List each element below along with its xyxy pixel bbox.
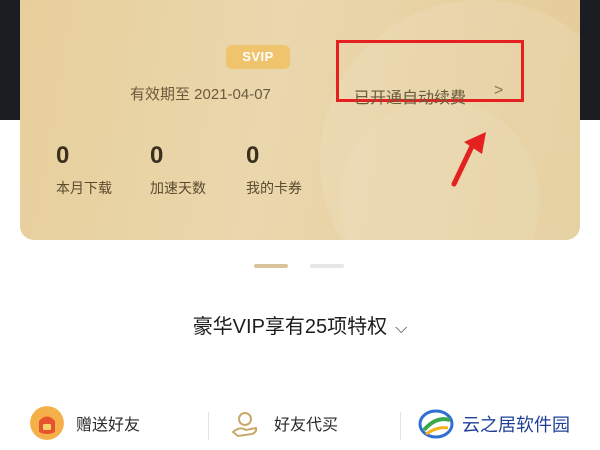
watermark-text: 云之居软件园 bbox=[462, 415, 570, 435]
stat-my-coupons[interactable]: 0 我的卡券 bbox=[246, 142, 302, 198]
watermark: 云之居软件园 bbox=[418, 404, 570, 444]
chevron-right-icon[interactable]: > bbox=[494, 82, 503, 100]
stat-label: 我的卡券 bbox=[246, 180, 302, 196]
stat-label: 本月下载 bbox=[56, 180, 112, 196]
auto-renew-link[interactable]: 已开通自动续费 bbox=[354, 84, 466, 108]
hand-coin-icon bbox=[231, 412, 258, 438]
gift-friend-button[interactable]: 赠送好友 bbox=[30, 396, 192, 450]
stat-value: 0 bbox=[246, 142, 260, 169]
privilege-title-text: 豪华VIP享有25项特权 bbox=[192, 316, 388, 338]
chevron-down-icon: ⌵ bbox=[395, 320, 408, 337]
divider bbox=[400, 412, 401, 440]
friend-pay-label: 好友代买 bbox=[274, 417, 339, 434]
validity-date: 有效期至 2021-04-07 bbox=[130, 86, 271, 103]
gift-bag-icon bbox=[30, 406, 64, 440]
svip-badge: SVIP bbox=[226, 45, 290, 69]
divider bbox=[208, 412, 209, 440]
stat-value: 0 bbox=[56, 142, 70, 169]
gift-friend-label: 赠送好友 bbox=[76, 417, 141, 434]
pager-dot-active[interactable] bbox=[254, 264, 288, 268]
stat-value: 0 bbox=[150, 142, 164, 169]
stat-label: 加速天数 bbox=[150, 180, 206, 196]
stat-speedup-days[interactable]: 0 加速天数 bbox=[150, 142, 206, 198]
privilege-title[interactable]: 豪华VIP享有25项特权 ⌵ bbox=[0, 310, 600, 339]
pager-dot[interactable] bbox=[310, 264, 344, 268]
friend-pay-button[interactable]: 好友代买 bbox=[228, 396, 390, 450]
stat-monthly-downloads[interactable]: 0 本月下载 bbox=[56, 142, 112, 198]
card-pager bbox=[0, 264, 600, 270]
watermark-logo-icon bbox=[418, 409, 454, 439]
svip-membership-card bbox=[20, 0, 580, 240]
red-arrow-icon bbox=[451, 132, 486, 187]
